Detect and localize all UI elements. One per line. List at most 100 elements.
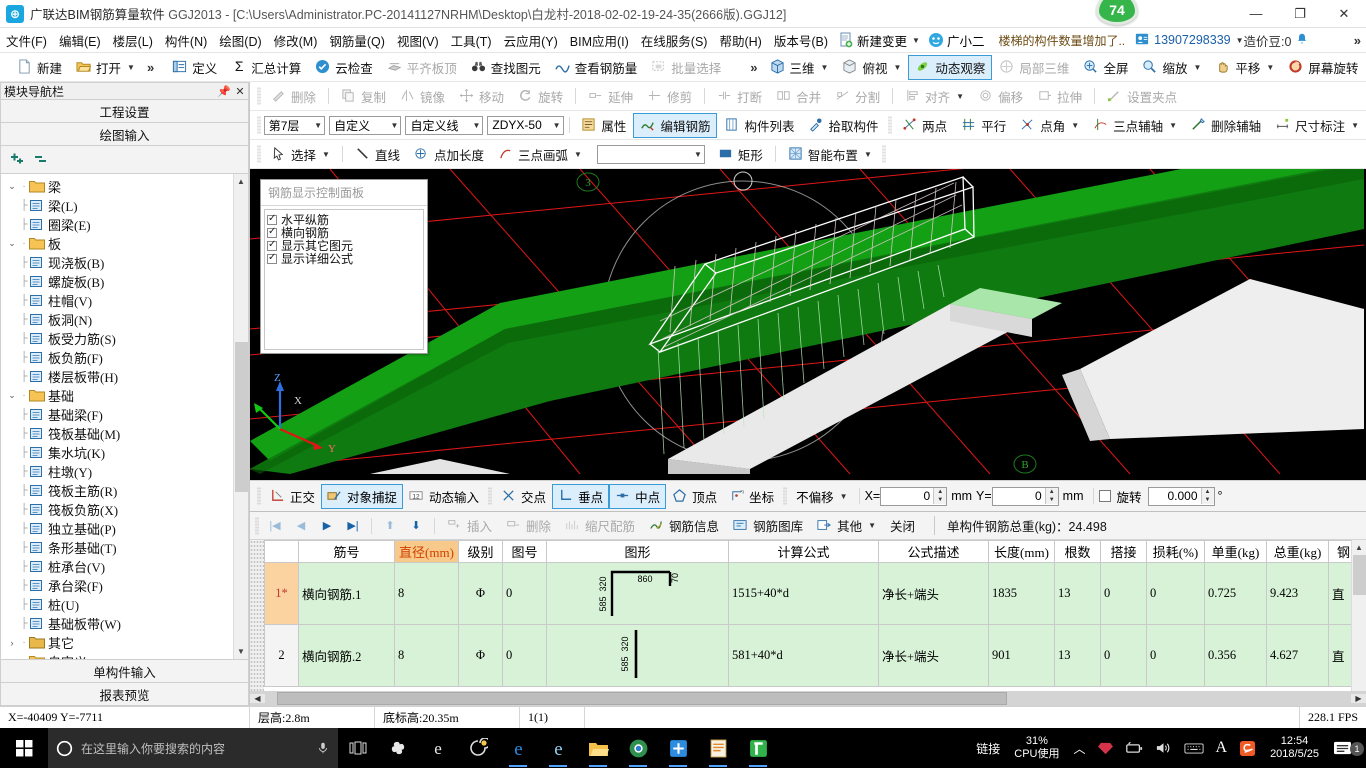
chevron-down-icon-3d[interactable]: ▼ bbox=[821, 63, 829, 72]
rebar-table[interactable]: 筋号 直径(mm) 级别 图号 图形 计算公式 公式描述 长度(mm) 根数 搭接 损耗(%) 单重(… bbox=[264, 540, 1351, 687]
menu-item-draw[interactable]: 绘图(D) bbox=[213, 29, 267, 52]
copy-button[interactable]: 复制 bbox=[334, 84, 393, 109]
menu-item-view[interactable]: 视图(V) bbox=[391, 29, 445, 52]
chevron-down-icon-account[interactable]: ▼ bbox=[1236, 36, 1244, 45]
expand-all-icon[interactable] bbox=[9, 152, 25, 168]
col-header-1[interactable]: 筋号 bbox=[298, 540, 395, 563]
snap-grip-3[interactable] bbox=[783, 487, 788, 505]
chevron-down-icon-select[interactable]: ▼ bbox=[322, 150, 330, 159]
menu-item-edit[interactable]: 编辑(E) bbox=[53, 29, 107, 52]
checkbox-horizontal-main[interactable] bbox=[267, 213, 277, 225]
checkbox-transverse[interactable] bbox=[267, 226, 277, 238]
rotate-stepper[interactable]: ▲▼ bbox=[1147, 486, 1215, 506]
menu-item-version[interactable]: 版本号(B) bbox=[768, 29, 834, 52]
prev-record-button[interactable]: ◀ bbox=[288, 515, 314, 537]
edit-rebar-button[interactable]: 编辑钢筋 bbox=[633, 112, 718, 138]
app-icon-plus-blue[interactable] bbox=[658, 728, 698, 768]
new-file-button[interactable]: 新建 bbox=[10, 55, 69, 80]
first-record-button[interactable]: |◀ bbox=[262, 515, 288, 537]
col-header-14[interactable]: 钢 bbox=[1328, 540, 1351, 563]
col-header-0[interactable] bbox=[264, 540, 299, 563]
cell-length[interactable]: 1835 bbox=[988, 562, 1055, 625]
align-button[interactable]: 对齐 ▼ bbox=[898, 84, 971, 109]
app-icon-explorer[interactable] bbox=[578, 728, 618, 768]
tree-folder-0[interactable]: ⌄ · 梁 bbox=[1, 177, 233, 196]
app-icon-edge-light[interactable]: e bbox=[538, 728, 578, 768]
find-element-button[interactable]: 查找图元 bbox=[464, 55, 548, 80]
top-view-button[interactable]: 俯视 ▼ bbox=[835, 55, 908, 80]
single-member-input-button[interactable]: 单构件输入 bbox=[0, 659, 249, 683]
rebar-info-button[interactable]: 钢筋信息 bbox=[642, 513, 726, 538]
cell-last[interactable]: 直 bbox=[1328, 624, 1351, 687]
scale-rebar-button[interactable]: 缩尺配筋 bbox=[558, 513, 642, 538]
insert-row-button[interactable]: 插入 bbox=[440, 513, 499, 538]
tree-item-23[interactable]: ├ 基础板带(W) bbox=[1, 614, 233, 633]
screen-rotate-button[interactable]: 屏幕旋转 ▼ bbox=[1281, 55, 1366, 80]
chevron-down-icon-arc[interactable]: ▼ bbox=[574, 150, 582, 159]
tree-scroll-thumb[interactable] bbox=[234, 341, 248, 492]
tree-folder-11[interactable]: ⌄ · 基础 bbox=[1, 386, 233, 405]
hscroll-track[interactable] bbox=[265, 692, 1351, 705]
col-header-10[interactable]: 搭接 bbox=[1100, 540, 1147, 563]
col-header-5[interactable]: 图形 bbox=[546, 540, 729, 563]
define-button[interactable]: 定义 bbox=[165, 55, 224, 80]
summary-calc-button[interactable]: Σ 汇总计算 bbox=[224, 55, 308, 80]
tree-item-12[interactable]: ├ 基础梁(F) bbox=[1, 405, 233, 424]
smart-layout-button[interactable]: 智能布置 ▼ bbox=[781, 142, 879, 167]
cell-last[interactable]: 直 bbox=[1328, 562, 1351, 625]
rebar-library-button[interactable]: 钢筋图库 bbox=[726, 513, 810, 538]
table-row[interactable]: 2 横向钢筋.2 8 Φ 0 585 320 581+40*d 净长+端头 901 13 0 0 0.3… bbox=[264, 624, 1351, 687]
cell-unit-weight[interactable]: 0.356 bbox=[1204, 624, 1267, 687]
next-record-button[interactable]: ▶ bbox=[314, 515, 340, 537]
col-header-8[interactable]: 长度(mm) bbox=[988, 540, 1055, 563]
properties-button[interactable]: 属性 bbox=[574, 113, 633, 138]
app-icon-ie-classic[interactable]: e bbox=[418, 728, 458, 768]
open-file-button[interactable]: 打开 ▼ bbox=[69, 55, 142, 80]
tree-item-5[interactable]: ├ 螺旋板(B) bbox=[1, 272, 233, 291]
cell-shape-no[interactable]: 0 bbox=[502, 562, 547, 625]
tree-item-18[interactable]: ├ 独立基础(P) bbox=[1, 519, 233, 538]
zoom-button[interactable]: 缩放 ▼ bbox=[1135, 55, 1208, 80]
menu-item-floor[interactable]: 楼层(L) bbox=[107, 29, 159, 52]
member-selector[interactable]: ZDYX-50 ▼ bbox=[487, 115, 564, 135]
tree-toggle-icon[interactable]: › bbox=[5, 638, 19, 648]
rotate-button[interactable]: 旋转 bbox=[511, 84, 570, 109]
type-selector[interactable]: 自定义线 ▼ bbox=[405, 115, 484, 135]
cell-grade[interactable]: Φ bbox=[458, 624, 503, 687]
tree-item-22[interactable]: ├ 桩(U) bbox=[1, 595, 233, 614]
x-spin-down[interactable]: ▼ bbox=[934, 496, 947, 504]
new-change-button[interactable]: 新建变更 ▼ bbox=[834, 30, 924, 51]
col-header-11[interactable]: 损耗(%) bbox=[1146, 540, 1205, 563]
tree-scroll-down[interactable]: ▼ bbox=[233, 644, 248, 659]
tree-item-16[interactable]: ├ 筏板主筋(R) bbox=[1, 481, 233, 500]
notice-ticker[interactable]: 楼梯的构件数量增加了.. bbox=[988, 32, 1135, 49]
chevron-down-icon-pan[interactable]: ▼ bbox=[1266, 63, 1274, 72]
tray-sogou-icon[interactable] bbox=[1233, 740, 1262, 757]
chevron-down-icon-other[interactable]: ▼ bbox=[868, 521, 876, 530]
fullscreen-button[interactable]: 全屏 bbox=[1076, 55, 1135, 80]
member-list-button[interactable]: 构件列表 bbox=[717, 113, 801, 138]
col-header-4[interactable]: 图号 bbox=[502, 540, 547, 563]
parallel-axis-button[interactable]: 平行 bbox=[954, 113, 1013, 138]
table-scroll-up[interactable]: ▲ bbox=[1351, 540, 1366, 555]
rebar-display-control-panel[interactable]: 钢筋显示控制面板 水平纵筋 横向钢筋 显示其它图元 bbox=[260, 179, 428, 354]
three-d-button[interactable]: 三维 ▼ bbox=[763, 55, 836, 80]
col-header-9[interactable]: 根数 bbox=[1054, 540, 1101, 563]
app-icon-notes-orange[interactable] bbox=[698, 728, 738, 768]
pick-member-button[interactable]: 拾取构件 bbox=[801, 113, 885, 138]
chevron-down-icon-open[interactable]: ▼ bbox=[127, 63, 135, 72]
tray-battery-icon[interactable] bbox=[1119, 741, 1149, 755]
task-view-icon[interactable] bbox=[338, 728, 378, 768]
tree-folder-3[interactable]: ⌄ · 板 bbox=[1, 234, 233, 253]
maximize-button[interactable]: ❐ bbox=[1278, 0, 1322, 28]
cell-rebar-name[interactable]: 横向钢筋.1 bbox=[298, 562, 395, 625]
rotate-spin-down[interactable]: ▼ bbox=[1201, 496, 1214, 504]
local-3d-button[interactable]: 局部三维 bbox=[992, 55, 1076, 80]
cell-length[interactable]: 901 bbox=[988, 624, 1055, 687]
menu-item-tools[interactable]: 工具(T) bbox=[445, 29, 498, 52]
tree-scroll-up[interactable]: ▲ bbox=[233, 174, 248, 189]
col-header-7[interactable]: 公式描述 bbox=[878, 540, 989, 563]
category-selector[interactable]: 自定义 ▼ bbox=[329, 115, 402, 135]
x-offset-input[interactable] bbox=[881, 487, 934, 505]
menubar-overflow-button[interactable]: » bbox=[1349, 33, 1366, 48]
